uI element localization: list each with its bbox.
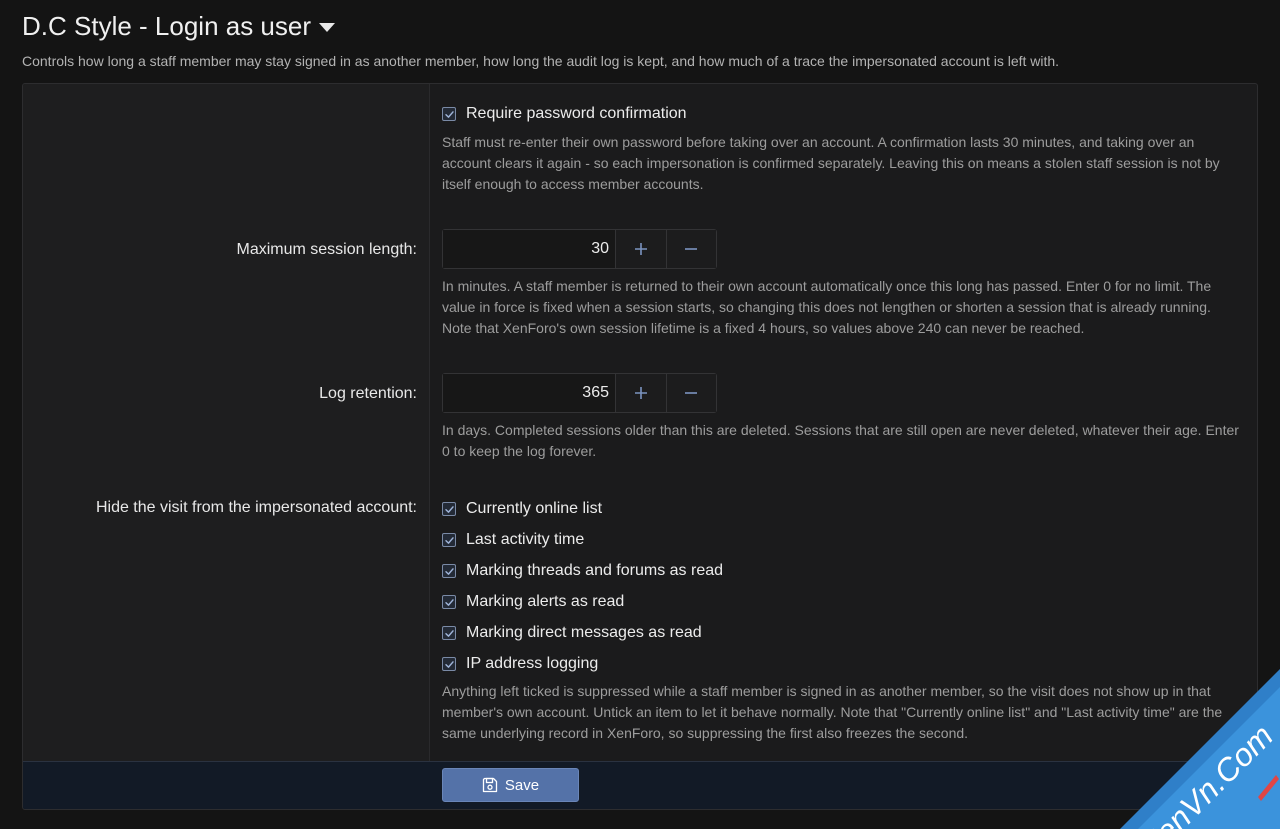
- minus-icon: [685, 248, 698, 250]
- log-retention-hint: In days. Completed sessions older than t…: [442, 422, 1239, 459]
- checkmark-icon: [444, 536, 454, 544]
- plus-icon: [634, 243, 647, 255]
- label-column: Maximum session length: Log retention: H…: [23, 84, 430, 761]
- page-header: D.C Style - Login as user Controls how l…: [22, 10, 1260, 70]
- max-session-input[interactable]: [443, 230, 615, 268]
- max-session-label: Maximum session length:: [236, 241, 417, 258]
- log-retention-increment-button[interactable]: [615, 374, 666, 412]
- hide-thread-read-text: Marking threads and forums as read: [466, 562, 724, 579]
- max-session-decrement-button[interactable]: [665, 230, 716, 268]
- hide-thread-read-checkbox[interactable]: [442, 564, 456, 578]
- checkmark-icon: [444, 660, 454, 668]
- form-body: Maximum session length: Log retention: H…: [23, 84, 1257, 761]
- save-button[interactable]: Save: [442, 768, 579, 802]
- hide-visit-label: Hide the visit from the impersonated acc…: [95, 499, 417, 516]
- hide-ip-logging-text: IP address logging: [466, 655, 599, 672]
- require-password-text: Require password confirmation: [466, 105, 687, 122]
- log-retention-decrement-button[interactable]: [665, 374, 716, 412]
- watermark-stripe-icon: [1258, 775, 1279, 801]
- hide-alerts-read-checkbox[interactable]: [442, 595, 456, 609]
- save-icon: [482, 777, 498, 793]
- hide-ip-logging-checkbox[interactable]: [442, 657, 456, 671]
- page-title-text: D.C Style - Login as user: [22, 11, 312, 41]
- hide-alerts-read-text: Marking alerts as read: [466, 593, 625, 610]
- max-session-stepper: [442, 229, 717, 269]
- hide-last-activity-text: Last activity time: [466, 531, 585, 548]
- log-retention-input[interactable]: [443, 374, 615, 412]
- hide-alerts-read-option[interactable]: Marking alerts as read: [442, 592, 624, 612]
- checkmark-icon: [444, 598, 454, 606]
- require-password-hint: Staff must re-enter their own password b…: [442, 134, 1220, 192]
- checkmark-icon: [444, 567, 454, 575]
- hide-online-list-text: Currently online list: [466, 500, 603, 517]
- options-form: Maximum session length: Log retention: H…: [22, 83, 1258, 810]
- hide-dm-read-option[interactable]: Marking direct messages as read: [442, 623, 702, 643]
- plus-icon: [634, 387, 647, 399]
- hide-visit-hint: Anything left ticked is suppressed while…: [442, 683, 1223, 741]
- hide-ip-logging-option[interactable]: IP address logging: [442, 654, 598, 674]
- hide-online-list-option[interactable]: Currently online list: [442, 499, 602, 519]
- checkmark-icon: [444, 505, 454, 513]
- hide-dm-read-checkbox[interactable]: [442, 626, 456, 640]
- page-title[interactable]: D.C Style - Login as user: [22, 10, 1260, 42]
- log-retention-label: Log retention:: [319, 385, 417, 402]
- minus-icon: [685, 392, 698, 394]
- hide-thread-read-option[interactable]: Marking threads and forums as read: [442, 561, 723, 581]
- hide-last-activity-checkbox[interactable]: [442, 533, 456, 547]
- require-password-option[interactable]: Require password confirmation: [442, 104, 687, 124]
- require-password-checkbox[interactable]: [442, 107, 456, 121]
- hide-dm-read-text: Marking direct messages as read: [466, 624, 702, 641]
- log-retention-stepper: [442, 373, 717, 413]
- form-footer: Save: [23, 761, 1257, 809]
- caret-down-icon[interactable]: [319, 23, 336, 32]
- page-description: Controls how long a staff member may sta…: [22, 53, 1060, 69]
- max-session-increment-button[interactable]: [615, 230, 666, 268]
- hide-online-list-checkbox[interactable]: [442, 502, 456, 516]
- hide-last-activity-option[interactable]: Last activity time: [442, 530, 584, 550]
- checkmark-icon: [444, 110, 454, 118]
- max-session-hint: In minutes. A staff member is returned t…: [442, 278, 1212, 336]
- checkmark-icon: [444, 629, 454, 637]
- save-button-label: Save: [504, 776, 540, 794]
